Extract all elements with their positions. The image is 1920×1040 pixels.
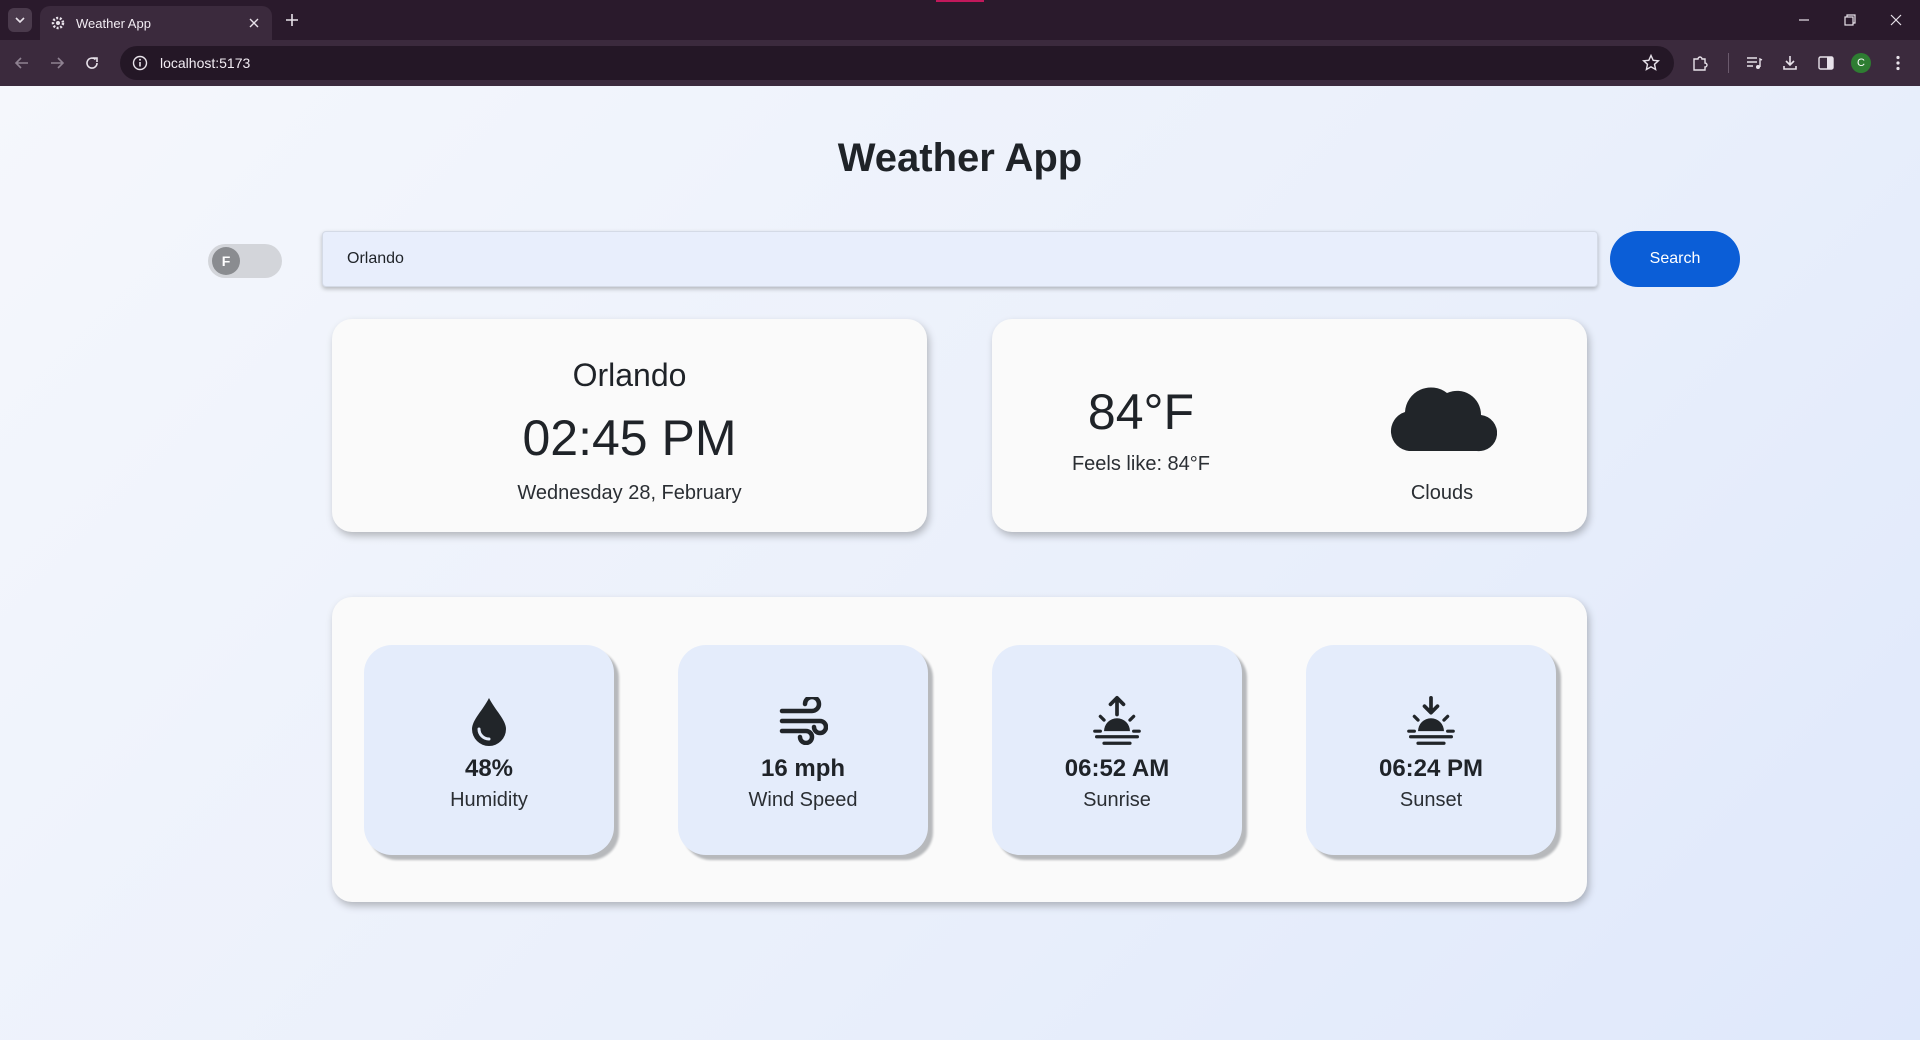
temperature-value: 84°F [1087, 384, 1195, 440]
download-icon [1783, 56, 1797, 70]
humidity-label: Humidity [450, 789, 528, 811]
humidity-value: 48% [464, 755, 514, 782]
wind-speed-value: 16 mph [760, 755, 846, 782]
forward-button[interactable] [45, 51, 69, 75]
bookmark-button[interactable] [1641, 53, 1661, 77]
tab-group-accent [936, 0, 984, 2]
gear-icon [51, 16, 65, 30]
weather-details-card: 48% Humidity 16 mph Wind Speed 06:52 AM … [332, 597, 1587, 902]
wind-speed-label: Wind Speed [748, 789, 858, 811]
sunrise-tile: 06:52 AM Sunrise [992, 645, 1242, 855]
unit-toggle[interactable]: F [208, 244, 282, 278]
extensions-button[interactable] [1688, 51, 1712, 75]
droplet-icon [472, 698, 506, 746]
sunrise-label: Sunrise [1083, 789, 1151, 811]
location-time-card: Orlando 02:45 PM Wednesday 28, February [332, 319, 927, 532]
sunset-icon [1407, 696, 1455, 745]
search-button[interactable]: Search [1610, 231, 1740, 287]
arrow-right-icon [51, 57, 65, 69]
browser-tab[interactable]: Weather App [40, 6, 272, 40]
sunrise-icon [1093, 696, 1141, 745]
more-vertical-icon [1896, 55, 1900, 71]
restore-button[interactable] [1838, 8, 1862, 32]
sunset-value: 06:24 PM [1378, 755, 1484, 782]
chevron-down-icon [15, 17, 25, 24]
tab-search-button[interactable] [8, 8, 32, 32]
side-panel-icon [1818, 56, 1834, 70]
address-bar[interactable]: localhost:5173 [120, 46, 1674, 80]
city-name: Orlando [572, 357, 687, 393]
local-time: 02:45 PM [522, 410, 737, 466]
media-controls-button[interactable] [1742, 51, 1766, 75]
close-icon [249, 18, 259, 28]
puzzle-icon [1693, 56, 1708, 71]
feels-like-text: Feels like: 84°F [1071, 453, 1211, 475]
sunrise-value: 06:52 AM [1064, 755, 1170, 782]
site-info-icon [132, 55, 148, 71]
arrow-left-icon [14, 57, 28, 69]
humidity-tile: 48% Humidity [364, 645, 614, 855]
star-icon [1641, 53, 1661, 71]
browser-toolbar: localhost:5173 C [0, 40, 1920, 86]
unit-toggle-knob: F [212, 247, 240, 275]
reload-button[interactable] [80, 51, 104, 75]
new-tab-button[interactable] [282, 10, 302, 30]
sunset-tile: 06:24 PM Sunset [1306, 645, 1556, 855]
page-content: Weather App F Search Orlando 02:45 PM We… [0, 86, 1920, 1040]
close-window-button[interactable] [1884, 8, 1908, 32]
current-weather-card: 84°F Feels like: 84°F Clouds [992, 319, 1587, 532]
back-button[interactable] [10, 51, 34, 75]
restore-icon [1844, 14, 1856, 26]
browser-tab-bar: Weather App [0, 0, 1920, 40]
close-icon [1890, 14, 1902, 26]
wind-speed-tile: 16 mph Wind Speed [678, 645, 928, 855]
weather-condition: Clouds [1410, 482, 1474, 504]
close-tab-button[interactable] [246, 15, 262, 31]
cloud-icon [1390, 387, 1497, 452]
browser-menu-button[interactable] [1886, 51, 1910, 75]
url-text: localhost:5173 [160, 55, 251, 71]
plus-icon [286, 14, 298, 26]
downloads-button[interactable] [1778, 51, 1802, 75]
local-date: Wednesday 28, February [517, 482, 742, 504]
wind-icon [779, 697, 828, 745]
toolbar-divider [1728, 53, 1729, 73]
minimize-button[interactable] [1792, 8, 1816, 32]
side-panel-button[interactable] [1814, 51, 1838, 75]
profile-avatar[interactable]: C [1851, 53, 1871, 73]
minimize-icon [1799, 19, 1809, 21]
playlist-icon [1747, 57, 1763, 69]
page-title: Weather App [837, 136, 1083, 180]
sunset-label: Sunset [1399, 789, 1463, 811]
reload-icon [86, 57, 98, 69]
city-search-input[interactable] [322, 231, 1598, 287]
tab-title: Weather App [76, 15, 151, 31]
